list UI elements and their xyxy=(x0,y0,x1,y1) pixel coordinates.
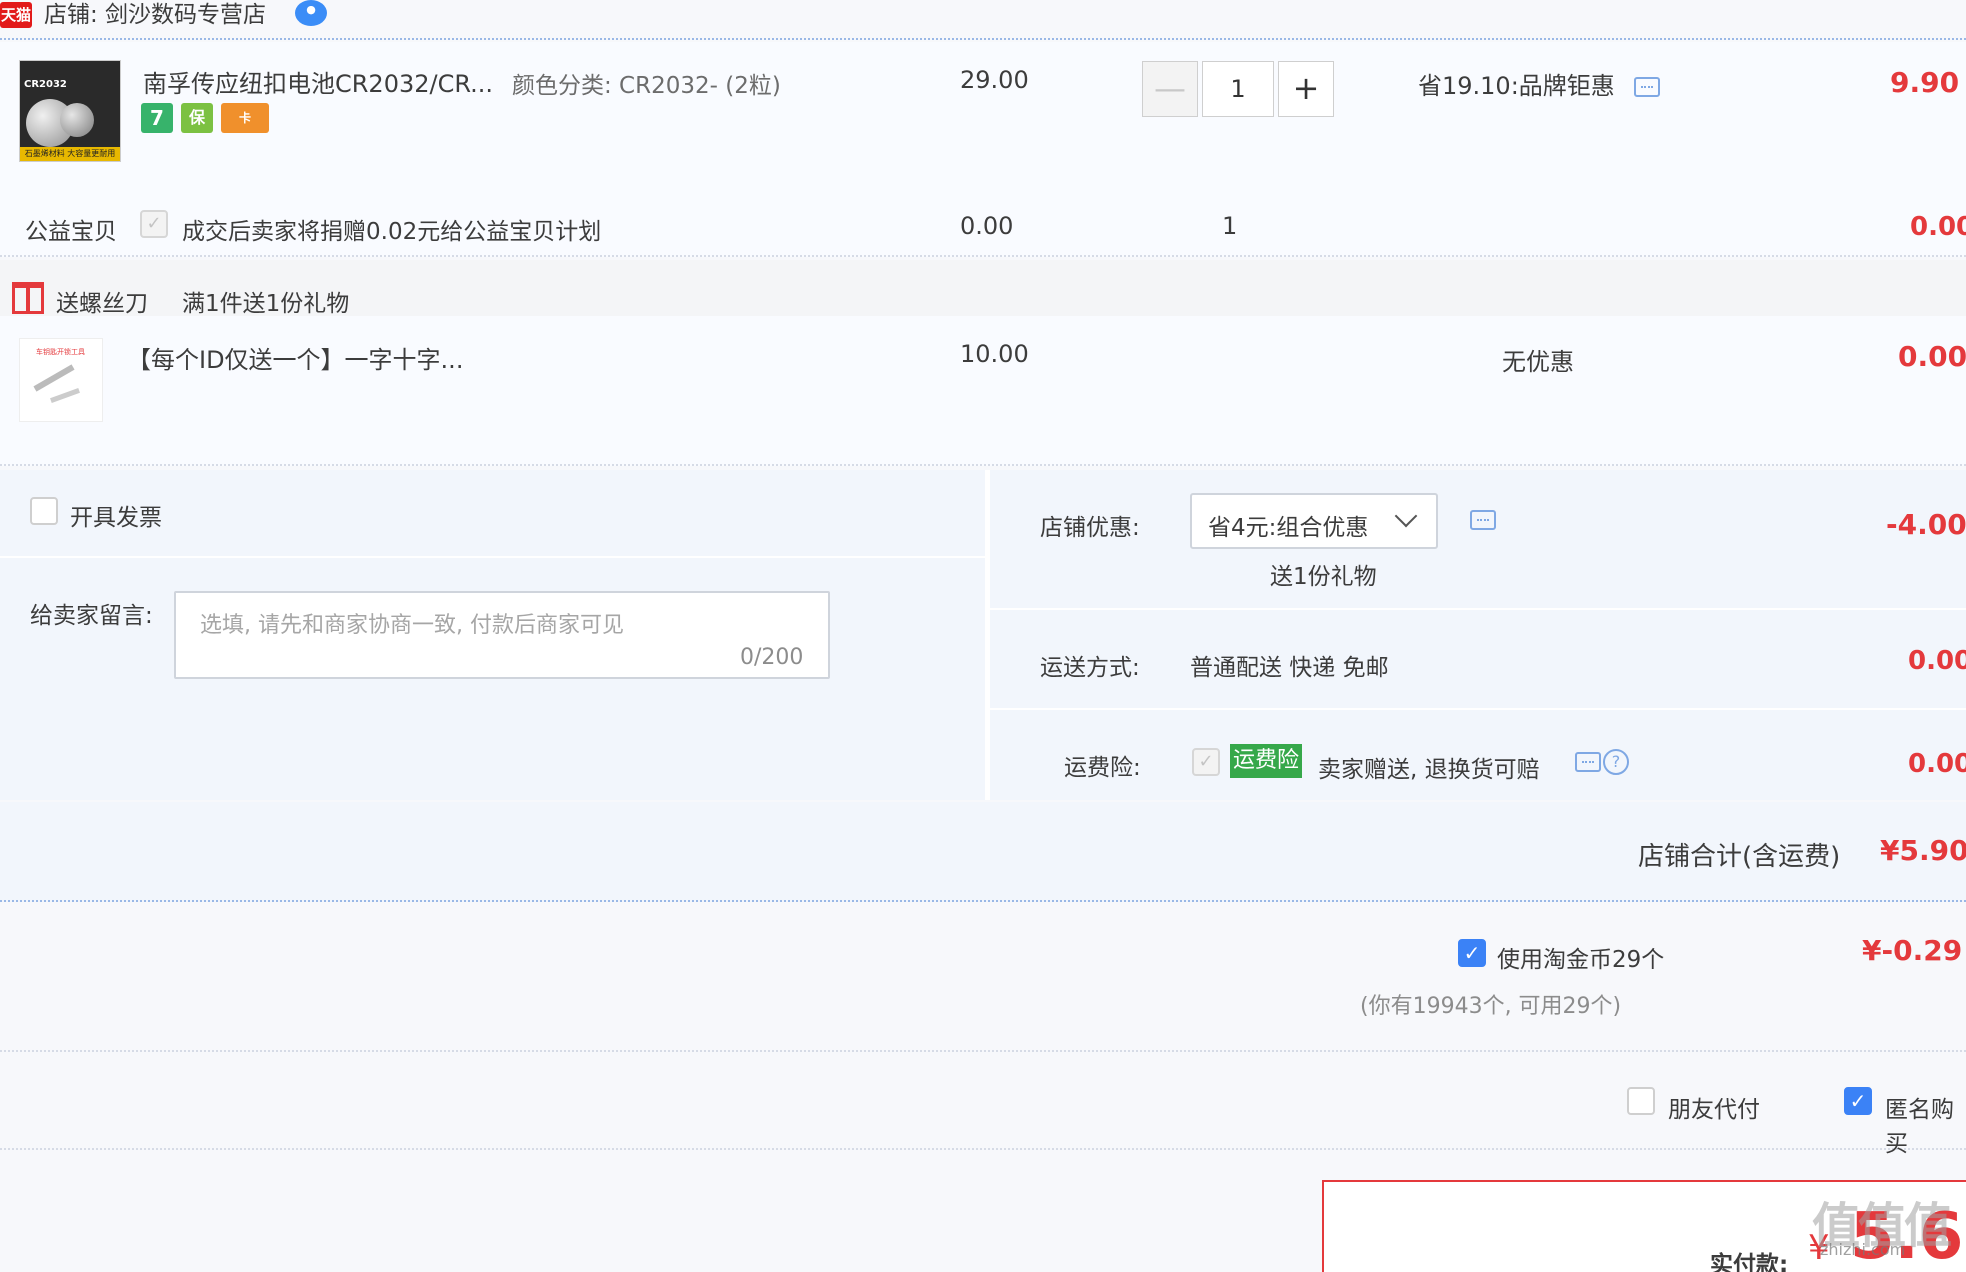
divider xyxy=(990,708,1966,710)
invoice-label[interactable]: 开具发票 xyxy=(70,498,162,532)
quantity-input[interactable]: 1 xyxy=(1202,61,1274,117)
gift-promo: 无优惠 xyxy=(1502,348,1574,376)
invoice-checkbox[interactable] xyxy=(30,497,58,525)
store-header xyxy=(0,0,1966,40)
gift-row xyxy=(0,316,1966,466)
product-promo-text: 省19.10:品牌钜惠 xyxy=(1418,72,1615,100)
quantity-increase-button[interactable]: + xyxy=(1278,61,1334,117)
screwdriver-image-icon xyxy=(33,364,75,392)
coins-amount: ¥-0.29 xyxy=(1862,934,1963,967)
seven-day-return-icon[interactable]: 7 xyxy=(141,103,173,133)
shipping-label: 运送方式: xyxy=(1040,655,1140,681)
coins-checkbox[interactable]: ✓ xyxy=(1458,939,1486,967)
gift-title[interactable]: 【每个ID仅送一个】一字十字... xyxy=(127,340,463,375)
insurance-checkbox: ✓ xyxy=(1192,748,1220,776)
gift-name: 送螺丝刀 xyxy=(56,291,148,317)
shipping-amount: 0.00 xyxy=(1908,646,1966,676)
friend-pay-checkbox[interactable] xyxy=(1627,1087,1655,1115)
insurance-badge: 运费险 xyxy=(1230,744,1303,778)
coins-note: (你有19943个, 可用29个) xyxy=(1360,994,1622,1019)
store-total-label: 店铺合计(含运费) xyxy=(1638,842,1841,872)
guarantee-icon[interactable]: 保 xyxy=(181,103,213,133)
product-unit-price: 29.00 xyxy=(960,66,1029,94)
insurance-label: 运费险: xyxy=(1064,755,1141,781)
battery-image-icon xyxy=(60,103,94,137)
insurance-amount: 0.00 xyxy=(1908,749,1966,779)
credit-card-icon[interactable]: 卡 xyxy=(221,103,269,133)
chat-icon[interactable] xyxy=(1634,77,1661,97)
charity-checkbox: ✓ xyxy=(140,210,168,238)
service-icons: 7 保 卡 xyxy=(141,103,269,133)
message-label: 给卖家留言: xyxy=(30,603,153,629)
chat-bubble-icon[interactable]: ● xyxy=(295,0,327,26)
gift-thumbnail-text: 车钥匙开锁工具 xyxy=(36,348,85,356)
product-variant: 颜色分类: CR2032- (2粒) xyxy=(512,73,781,99)
divider xyxy=(985,470,990,800)
anonymous-checkbox[interactable]: ✓ xyxy=(1844,1087,1872,1115)
product-promo: 省19.10:品牌钜惠 xyxy=(1418,66,1661,101)
shipping-value: 普通配送 快递 免邮 xyxy=(1190,655,1389,681)
thumbnail-label: CR2032 xyxy=(24,79,67,90)
help-icon[interactable]: ? xyxy=(1603,749,1629,775)
coupon-amount: -4.00 xyxy=(1886,508,1966,541)
divider xyxy=(990,608,1966,610)
coupon-label: 店铺优惠: xyxy=(1040,515,1140,541)
gift-subtotal: 0.00 xyxy=(1898,340,1966,373)
thumbnail-strip: 石墨烯材料 大容量更耐用 xyxy=(20,147,120,161)
charity-price: 0.00 xyxy=(960,212,1014,240)
watermark-url: zhizhi.com xyxy=(1820,1240,1906,1259)
friend-pay-label[interactable]: 朋友代付 xyxy=(1668,1090,1760,1124)
store-total-amount: ¥5.90 xyxy=(1880,834,1966,867)
seller-message-placeholder: 选填, 请先和商家协商一致, 付款后商家可见 xyxy=(200,613,624,638)
quantity-decrease-button[interactable]: — xyxy=(1142,61,1198,117)
chat-icon[interactable] xyxy=(1470,510,1496,530)
product-title[interactable]: 南孚传应纽扣电池CR2032/CR... xyxy=(143,64,493,99)
coupon-selected-value[interactable]: 省4元:组合优惠 xyxy=(1208,508,1368,542)
message-char-count: 0/200 xyxy=(740,645,804,670)
coins-row xyxy=(0,904,1966,1052)
screwdriver-image-icon xyxy=(50,388,80,403)
charity-quantity: 1 xyxy=(1222,212,1238,240)
charity-subtotal: 0.00 xyxy=(1910,212,1966,242)
gift-rule: 满1件送1份礼物 xyxy=(182,291,350,317)
insurance-text: 卖家赠送, 退换货可赔 xyxy=(1318,757,1540,783)
charity-label: 公益宝贝 xyxy=(25,219,117,245)
anonymous-label[interactable]: 匿名购买 xyxy=(1885,1090,1966,1158)
divider xyxy=(0,556,985,558)
final-payment-label: 实付款: xyxy=(1710,1252,1789,1272)
coins-label[interactable]: 使用淘金币29个 xyxy=(1497,940,1664,974)
product-thumbnail[interactable]: CR2032 石墨烯材料 大容量更耐用 xyxy=(19,60,121,162)
quantity-stepper: — 1 + xyxy=(1142,61,1334,117)
product-subtotal: 9.90 xyxy=(1890,66,1960,99)
store-name[interactable]: 店铺: 剑沙数码专营店 xyxy=(44,0,266,30)
gift-price: 10.00 xyxy=(960,340,1029,368)
chat-icon[interactable] xyxy=(1575,752,1601,772)
charity-text: 成交后卖家将捐赠0.02元给公益宝贝计划 xyxy=(182,219,602,245)
gift-thumbnail[interactable]: 车钥匙开锁工具 xyxy=(19,338,103,422)
coupon-gift-note: 送1份礼物 xyxy=(1270,564,1377,590)
gift-icon xyxy=(12,282,44,314)
tmall-badge: 天猫 xyxy=(0,2,32,28)
